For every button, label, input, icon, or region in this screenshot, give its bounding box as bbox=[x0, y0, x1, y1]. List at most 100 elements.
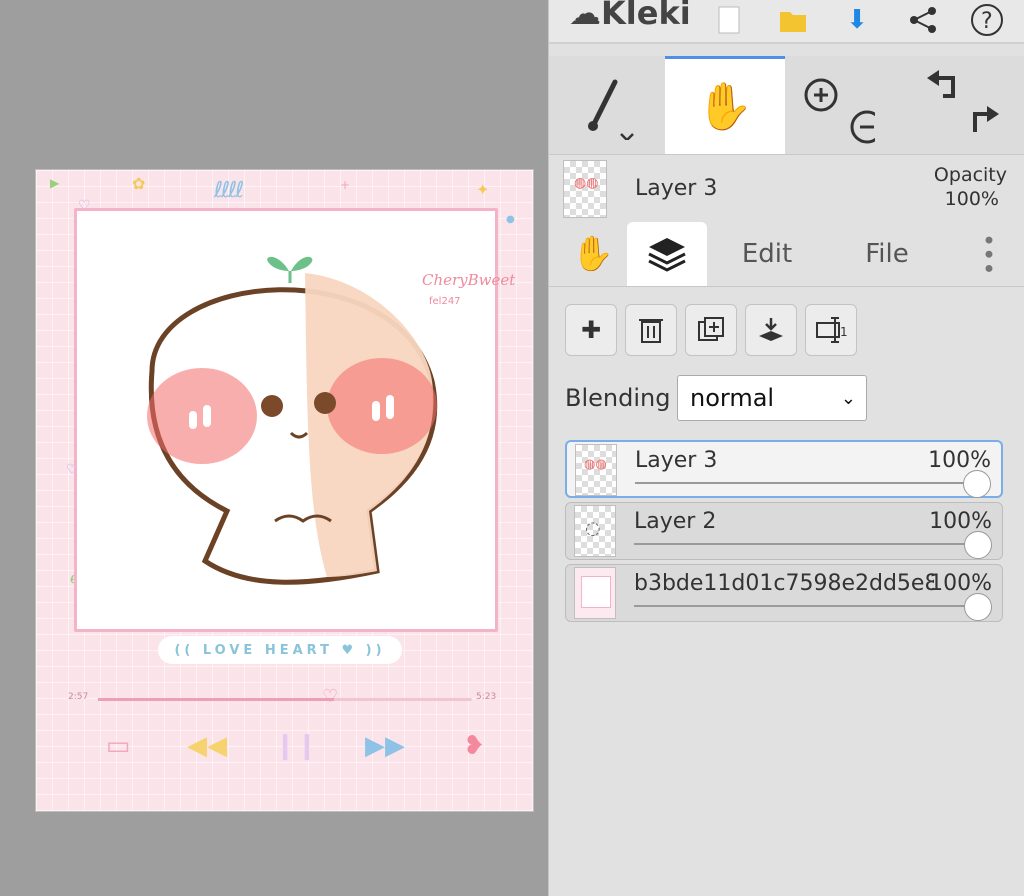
undo-icon[interactable] bbox=[927, 70, 955, 98]
layer-opacity: 100% bbox=[929, 509, 992, 534]
fast-forward-icon: ▶▶ bbox=[365, 731, 405, 761]
layer-thumbnail: ◍◍ bbox=[575, 444, 617, 496]
zoom-out-icon[interactable] bbox=[850, 110, 875, 144]
logo-icon: ☁ bbox=[569, 0, 601, 32]
chevron-down-icon: ⌄ bbox=[840, 388, 856, 409]
time-elapsed: 2:57 bbox=[68, 692, 89, 702]
layer-name: b3bde11d01c7598e2dd5e829 bbox=[634, 571, 934, 596]
layer-actions: ✚ 1 bbox=[565, 304, 857, 360]
add-layer-icon: ✚ bbox=[580, 316, 602, 344]
song-title: (( LOVE HEART ♥ )) bbox=[174, 642, 386, 658]
dot-deco-icon: ● bbox=[506, 214, 515, 225]
sparkle-deco-icon: ✦ bbox=[476, 180, 490, 199]
layer-opacity-handle[interactable] bbox=[964, 531, 992, 559]
layers-icon bbox=[648, 238, 686, 272]
thumbnail-frame bbox=[581, 576, 611, 608]
undo-redo-buttons bbox=[915, 56, 1005, 154]
layer-name: Layer 2 bbox=[634, 509, 717, 534]
tab-layers[interactable] bbox=[627, 222, 707, 286]
drawing-canvas[interactable]: ▶ ✿ ℓℓℓℓ + ✦ ♡ ● ♡ ℯ ❦ ✦ bbox=[36, 170, 533, 811]
blending-value: normal bbox=[690, 384, 775, 412]
layer-opacity-handle[interactable] bbox=[964, 593, 992, 621]
layer-item[interactable]: b3bde11d01c7598e2dd5e829 100% bbox=[565, 564, 1003, 622]
current-layer-name: Layer 3 bbox=[635, 176, 718, 201]
help-icon[interactable]: ? bbox=[965, 0, 1009, 40]
svg-text:?: ? bbox=[981, 9, 993, 34]
player-controls: ▭ ◀◀ ❙❙ ▶▶ ❥ bbox=[96, 726, 496, 766]
plus-deco-icon: + bbox=[340, 178, 351, 192]
thumbnail-art-icon: ◍◍ bbox=[574, 175, 599, 191]
hand-tab-icon: ✋ bbox=[571, 234, 615, 274]
triangle-deco-icon: ▶ bbox=[50, 176, 60, 190]
rainbow-heart-icon: ❥ bbox=[463, 731, 485, 761]
wave-deco-icon: ℓℓℓℓ bbox=[214, 178, 244, 203]
flower-deco-icon: ✿ bbox=[132, 174, 146, 193]
svg-text:1: 1 bbox=[840, 325, 847, 339]
current-layer-thumbnail: ◍◍ bbox=[563, 160, 607, 218]
artwork-frame: CheryBweet fel247 bbox=[74, 208, 515, 632]
redo-icon[interactable] bbox=[973, 106, 999, 132]
more-icon: ••• bbox=[974, 232, 1002, 276]
progress-fill bbox=[98, 698, 334, 701]
layer-opacity: 100% bbox=[929, 571, 992, 596]
progress-heart-icon: ♡ bbox=[322, 686, 339, 707]
rewind-icon: ◀◀ bbox=[187, 731, 227, 761]
more-menu-button[interactable]: ••• bbox=[963, 222, 1013, 286]
tab-file[interactable]: File bbox=[839, 222, 935, 286]
add-layer-button[interactable]: ✚ bbox=[565, 304, 617, 356]
thumbnail-art-icon: ◍◍ bbox=[584, 457, 607, 472]
rename-layer-button[interactable]: 1 bbox=[805, 304, 857, 356]
layer-item[interactable]: ◌ Layer 2 100% bbox=[565, 502, 1003, 560]
progress-bar bbox=[98, 698, 472, 701]
layer-item[interactable]: ◍◍ Layer 3 100% bbox=[565, 440, 1003, 498]
top-bar: ☁Kleki ⬇ ? bbox=[549, 0, 1024, 44]
zoom-in-icon[interactable] bbox=[804, 78, 838, 112]
blending-label: Blending bbox=[565, 384, 671, 412]
layer-opacity-slider[interactable] bbox=[634, 543, 980, 545]
blending-select[interactable]: normal ⌄ bbox=[677, 375, 867, 421]
tab-edit[interactable]: Edit bbox=[719, 222, 815, 286]
rename-layer-icon: 1 bbox=[816, 317, 847, 343]
opacity-label: Opacity bbox=[933, 164, 1007, 186]
zoom-buttons bbox=[795, 56, 875, 154]
layer-opacity-handle[interactable] bbox=[963, 470, 991, 498]
hand-tool-button[interactable]: ✋ bbox=[665, 56, 785, 154]
layer-name: Layer 3 bbox=[635, 448, 718, 473]
duplicate-layer-button[interactable] bbox=[685, 304, 737, 356]
layer-opacity-slider[interactable] bbox=[635, 482, 979, 484]
current-layer-info: ◍◍ Layer 3 Opacity 100% bbox=[549, 156, 1024, 222]
song-title-pill: (( LOVE HEART ♥ )) bbox=[158, 636, 402, 664]
repeat-icon: ▭ bbox=[105, 731, 131, 761]
panel-tabs: ✋ Edit File ••• bbox=[549, 222, 1024, 287]
brush-tool-button[interactable] bbox=[549, 56, 665, 154]
hand-icon: ✋ bbox=[696, 79, 754, 133]
new-image-icon[interactable] bbox=[707, 0, 751, 40]
layer-thumbnail bbox=[574, 567, 616, 619]
thumbnail-sketch-icon: ◌ bbox=[585, 518, 601, 539]
duplicate-layer-icon bbox=[698, 317, 724, 341]
tab-edit-label: Edit bbox=[741, 239, 793, 269]
app-name: Kleki bbox=[601, 0, 691, 32]
delete-layer-button[interactable] bbox=[625, 304, 677, 356]
download-icon[interactable]: ⬇ bbox=[835, 0, 879, 40]
brush-icon bbox=[588, 79, 634, 140]
artist-signature-sub: fel247 bbox=[429, 296, 461, 307]
merge-down-icon bbox=[759, 318, 783, 341]
pause-icon: ❙❙ bbox=[274, 731, 318, 761]
tab-hand[interactable]: ✋ bbox=[561, 222, 625, 286]
layer-opacity: 100% bbox=[928, 448, 991, 473]
delete-layer-icon bbox=[639, 319, 663, 343]
workspace[interactable]: ▶ ✿ ℓℓℓℓ + ✦ ♡ ● ♡ ℯ ❦ ✦ bbox=[0, 0, 548, 896]
time-total: 5:23 bbox=[476, 692, 497, 702]
artist-signature: CheryBweet bbox=[422, 271, 516, 289]
layer-opacity-slider[interactable] bbox=[634, 605, 980, 607]
kleki-logo: ☁Kleki bbox=[569, 0, 691, 32]
opacity-value: 100% bbox=[944, 188, 999, 210]
merge-down-button[interactable] bbox=[745, 304, 797, 356]
share-icon[interactable] bbox=[901, 0, 945, 40]
open-folder-icon[interactable] bbox=[771, 0, 815, 40]
tool-row: ✋ bbox=[549, 56, 1024, 155]
layer-thumbnail: ◌ bbox=[574, 505, 616, 557]
side-panel: ☁Kleki ⬇ ? ✋ ◍◍ Layer 3 Opacity 100% ✋ E… bbox=[548, 0, 1024, 896]
tab-file-label: File bbox=[865, 239, 909, 269]
